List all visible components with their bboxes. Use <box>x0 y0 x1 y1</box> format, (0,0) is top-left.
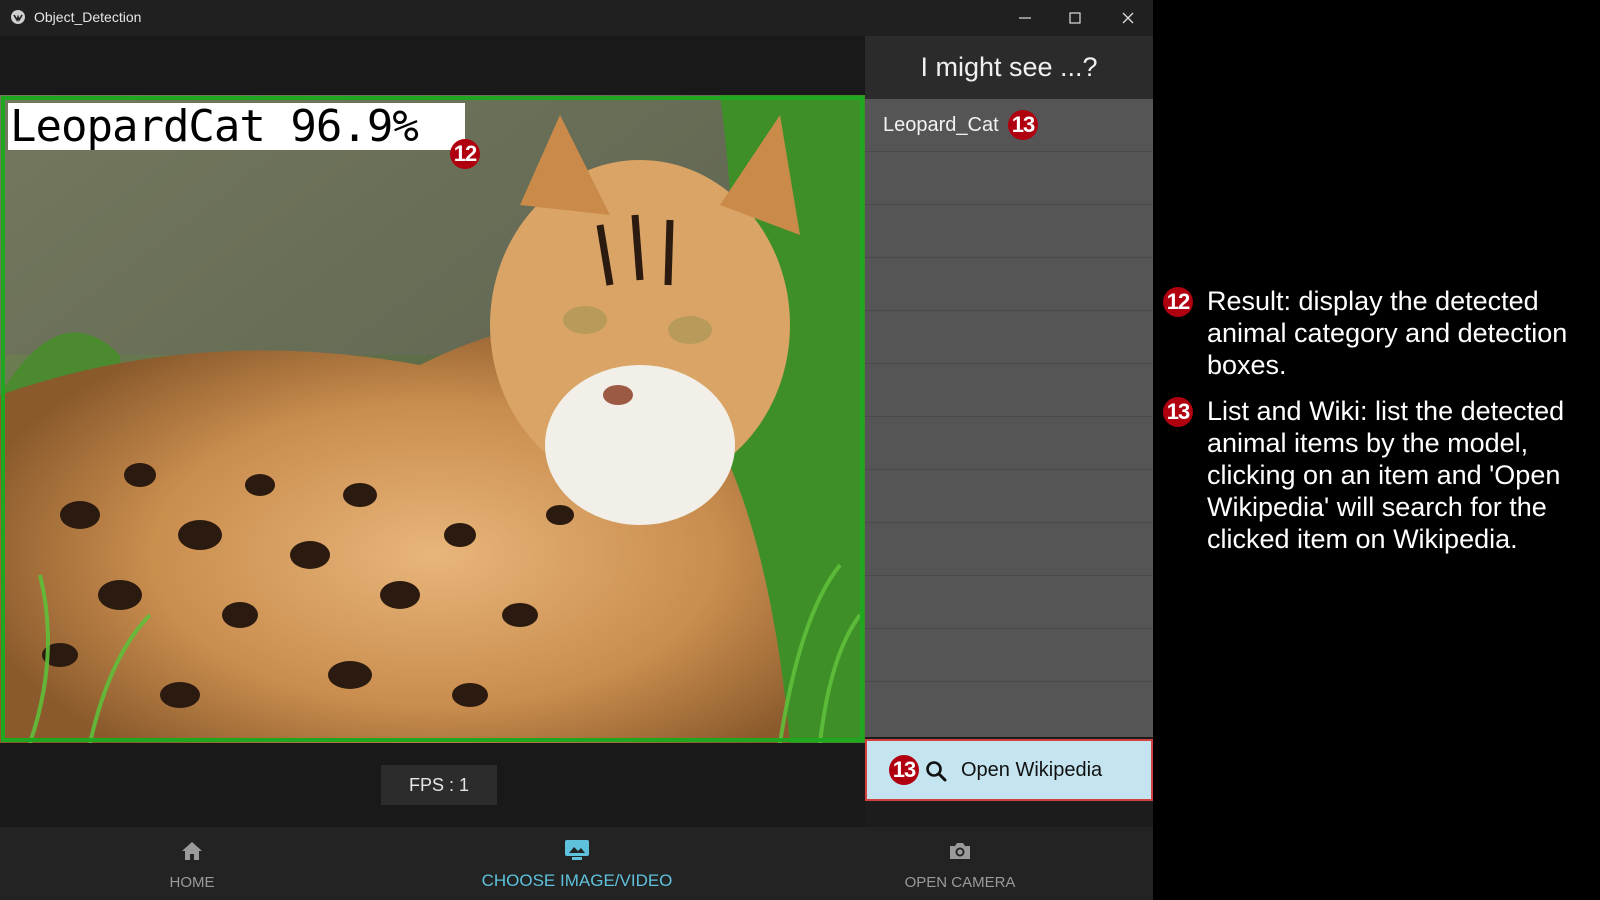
list-item-empty[interactable] <box>865 152 1153 205</box>
open-wikipedia-button[interactable]: 13 Open Wikipedia <box>865 739 1153 801</box>
app-window: Object_Detection LeopardCat 96.9% 12 FPS… <box>0 0 1153 900</box>
nav-home-label: HOME <box>169 874 215 891</box>
nav-open-camera[interactable]: OPEN CAMERA <box>860 827 1060 900</box>
list-item-empty[interactable] <box>865 364 1153 417</box>
nav-camera-label: OPEN CAMERA <box>904 874 1016 891</box>
minimize-icon <box>1019 17 1031 19</box>
annotation-badge: 13 <box>889 755 919 785</box>
maximize-button[interactable] <box>1050 0 1100 36</box>
list-item-empty[interactable] <box>865 258 1153 311</box>
open-wikipedia-label: Open Wikipedia <box>961 759 1103 781</box>
image-icon <box>565 840 589 860</box>
preview-pane: LeopardCat 96.9% 12 FPS : 1 <box>0 36 865 827</box>
detection-box <box>1 96 864 742</box>
home-icon <box>182 842 202 860</box>
annotation-13: 13 List and Wiki: list the detected anim… <box>1163 395 1583 555</box>
fps-counter: FPS : 1 <box>381 765 497 805</box>
bottom-navigation: HOME CHOOSE IMAGE/VIDEO OPEN CAMERA <box>0 827 1153 900</box>
annotation-text: Result: display the detected animal cate… <box>1207 286 1568 380</box>
detection-label: LeopardCat 96.9% <box>8 103 465 150</box>
results-list: Leopard_Cat 13 <box>865 99 1153 737</box>
annotation-badge: 12 <box>450 139 480 169</box>
maximize-icon <box>1069 12 1081 24</box>
list-item-empty[interactable] <box>865 311 1153 364</box>
close-icon <box>1122 12 1134 24</box>
app-logo-icon <box>11 10 25 24</box>
list-item-empty[interactable] <box>865 470 1153 523</box>
title-bar: Object_Detection <box>0 0 1153 36</box>
results-header: I might see ...? <box>865 36 1153 99</box>
annotation-badge: 12 <box>1163 287 1193 317</box>
list-item[interactable]: Leopard_Cat 13 <box>865 99 1153 152</box>
annotation-badge: 13 <box>1008 110 1038 140</box>
detection-image: LeopardCat 96.9% 12 <box>0 95 865 743</box>
nav-home[interactable]: HOME <box>92 827 292 900</box>
nav-choose-image-video[interactable]: CHOOSE IMAGE/VIDEO <box>437 827 717 900</box>
close-button[interactable] <box>1103 0 1153 36</box>
nav-choose-label: CHOOSE IMAGE/VIDEO <box>481 871 673 890</box>
window-title: Object_Detection <box>34 9 142 25</box>
annotation-text: List and Wiki: list the detected animal … <box>1207 396 1565 554</box>
list-item-empty[interactable] <box>865 629 1153 682</box>
annotation-12: 12 Result: display the detected animal c… <box>1163 285 1583 381</box>
list-item-empty[interactable] <box>865 417 1153 470</box>
camera-icon <box>950 843 970 859</box>
list-item-empty[interactable] <box>865 523 1153 576</box>
results-panel: I might see ...? Leopard_Cat 13 13 Open … <box>865 36 1153 827</box>
search-icon <box>926 761 947 782</box>
annotation-panel: 12 Result: display the detected animal c… <box>1163 285 1583 569</box>
list-item-label: Leopard_Cat <box>883 114 999 136</box>
list-item-empty[interactable] <box>865 205 1153 258</box>
list-item-empty[interactable] <box>865 576 1153 629</box>
annotation-badge: 13 <box>1163 397 1193 427</box>
minimize-button[interactable] <box>1000 0 1050 36</box>
